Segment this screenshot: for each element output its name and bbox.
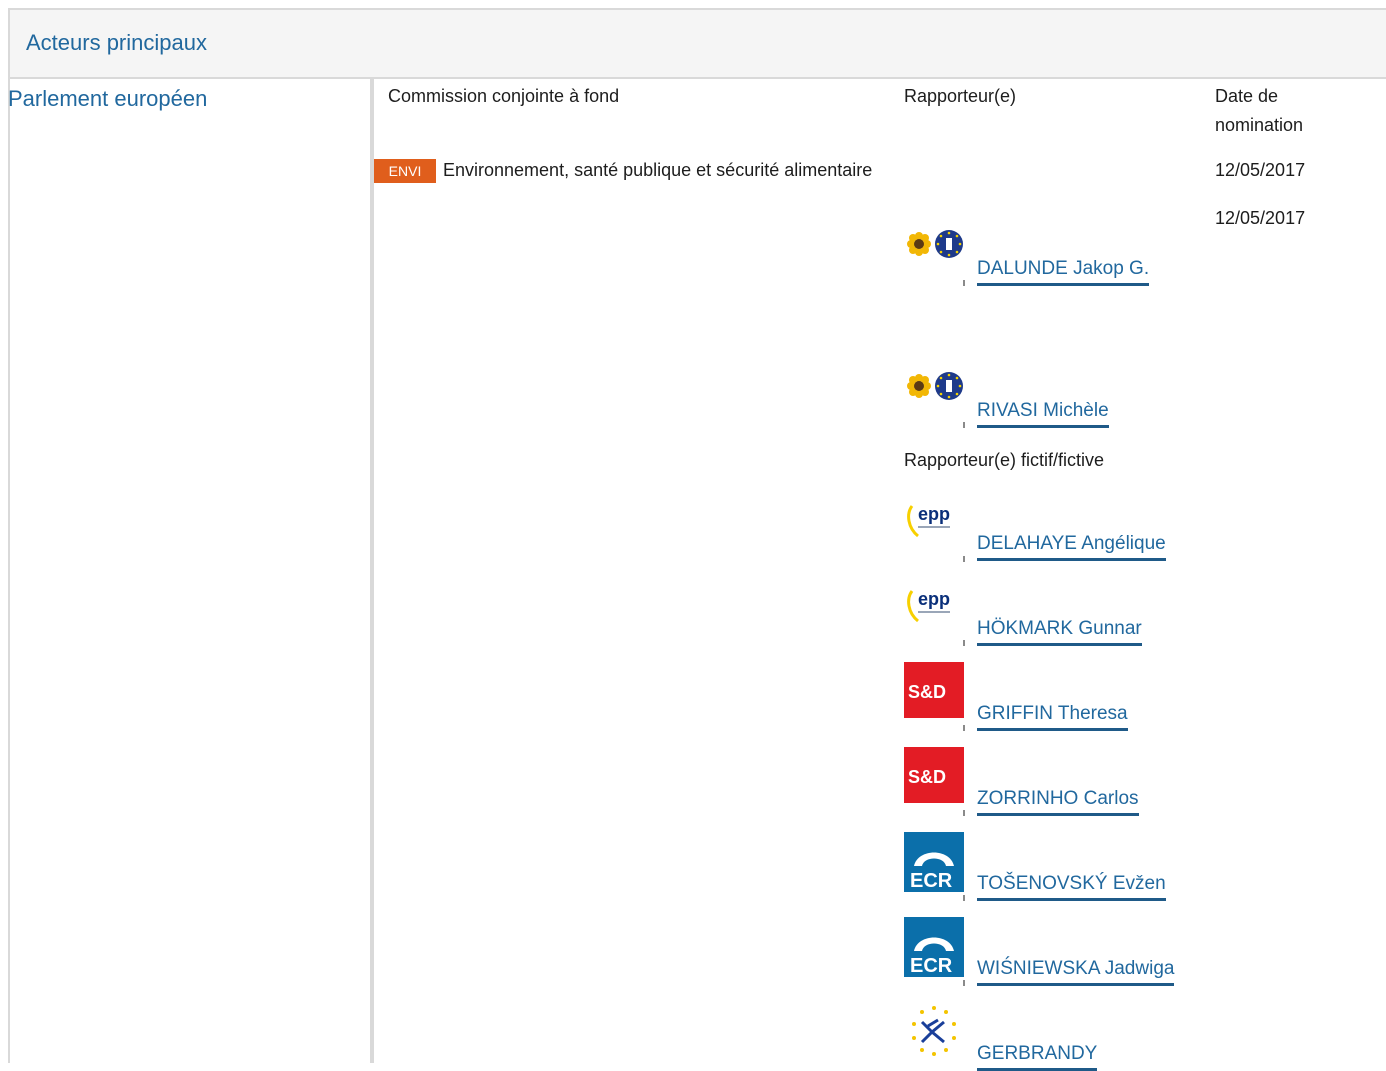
svg-text:epp: epp [918,504,950,524]
committee-column-header: Commission conjointe à fond [388,86,620,106]
committee-badge[interactable]: ENVI [374,159,436,183]
sd-logo-icon: S&D [904,662,964,718]
committee-name: Environnement, santé publique et sécurit… [443,156,873,185]
member-link-tosenovsky[interactable]: TOŠENOVSKÝ Evžen [977,873,1166,901]
member-link-wisniewska[interactable]: WIŚNIEWSKA Jadwiga [977,958,1175,986]
member-link-rivasi[interactable]: RIVASI Michèle [977,400,1109,428]
member-link-delahaye[interactable]: DELAHAYE Angélique [977,533,1166,561]
epp-logo-icon: epp [907,504,950,538]
member-link-zorrinho[interactable]: ZORRINHO Carlos [977,788,1139,816]
greens-efa-logo-icon [907,372,963,400]
svg-text:S&D: S&D [908,767,946,787]
nomination-date: 12/05/2017 [1215,160,1306,180]
epp-logo-icon: epp [907,589,950,623]
column-divider [370,79,374,1063]
separator-dot [963,422,965,428]
greens-efa-logo-icon [907,230,963,258]
alde-logo-icon [912,1006,956,1056]
member-link-gerbrandy[interactable]: GERBRANDY [977,1043,1098,1071]
svg-text:S&D: S&D [908,682,946,702]
section-header [10,10,1386,77]
separator-dot [963,280,965,286]
member-link-hokmark[interactable]: HÖKMARK Gunnar [977,618,1142,646]
separator-dot [963,895,965,901]
separator-dot [963,640,965,646]
ecr-logo-icon: ECR [904,832,964,892]
svg-text:ECR: ECR [910,870,953,892]
institution-column [10,79,370,1063]
member-link-griffin[interactable]: GRIFFIN Theresa [977,703,1128,731]
separator-dot [963,810,965,816]
sd-logo-icon: S&D [904,747,964,803]
shadow-rapporteur-label: Rapporteur(e) fictif/fictive [904,450,1105,470]
separator-dot [963,556,965,562]
svg-text:ECR: ECR [910,955,953,977]
separator-dot [963,725,965,731]
committee-name-text: Environnement, santé publique et sécurit… [443,160,873,180]
member-link-dalunde[interactable]: DALUNDE Jakop G. [977,258,1150,286]
date-column-header: Date de nomination [1215,86,1304,135]
section-title[interactable]: Acteurs principaux [26,30,207,56]
ecr-logo-icon: ECR [904,917,964,977]
svg-text:epp: epp [918,589,950,609]
separator-dot [963,980,965,986]
institution-label: Parlement européen [8,86,208,111]
nomination-date: 12/05/2017 [1215,208,1306,228]
rapporteur-column-header: Rapporteur(e) [904,86,1017,106]
